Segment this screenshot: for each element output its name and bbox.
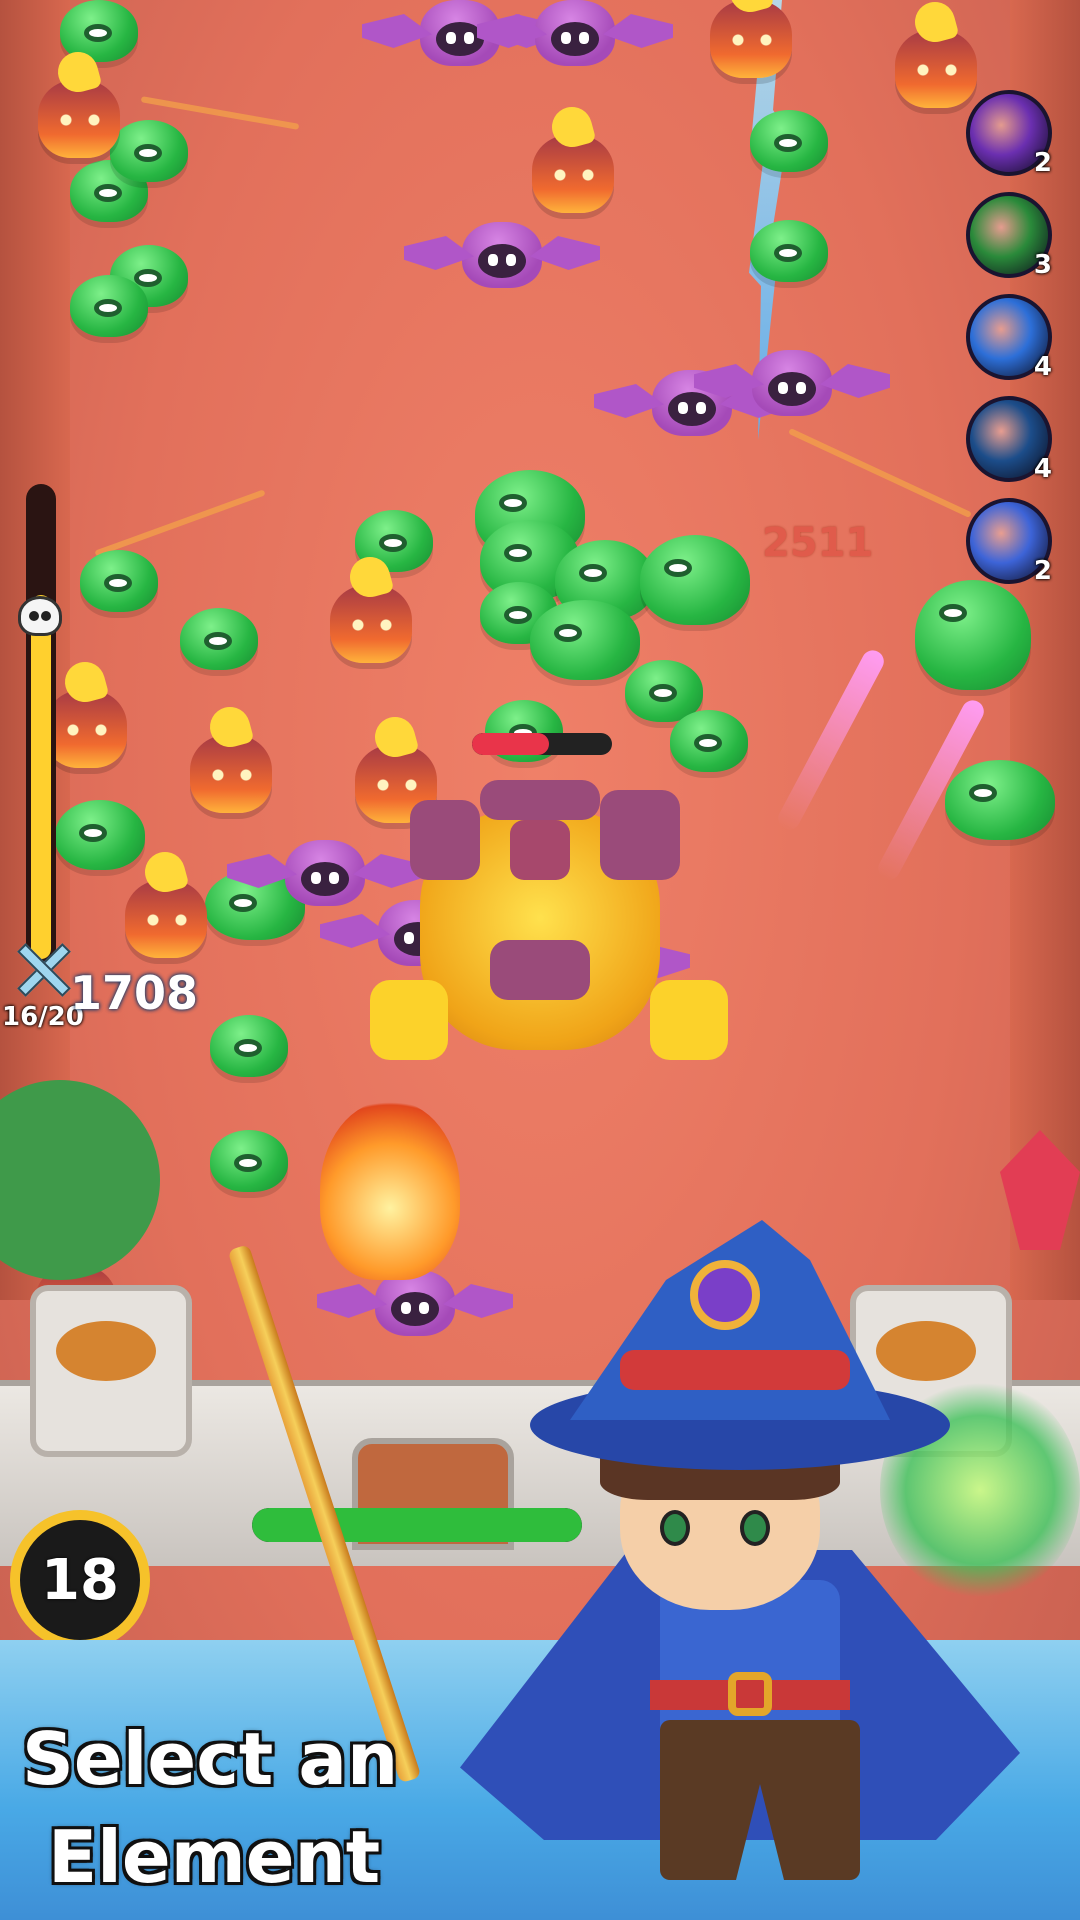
damage-number: 2511 (762, 520, 874, 566)
magic-projectile (774, 646, 888, 834)
game-scene: 2511 23442 16/20 1708 18 Select an Eleme… (0, 0, 1080, 1920)
green-slime-enemy (55, 800, 145, 870)
lightning-timer-badge: 18 (10, 1510, 150, 1650)
boss-health-fill (472, 733, 549, 755)
green-slime-enemy (70, 275, 148, 337)
purple-bat-enemy (752, 350, 890, 416)
timer-value: 18 (41, 1547, 119, 1613)
fire-spirit-enemy (330, 585, 412, 663)
green-slime-enemy (945, 760, 1055, 840)
green-slime-enemy (180, 608, 258, 670)
wave-progress-fill (31, 594, 51, 959)
skull-icon (18, 596, 62, 636)
staff-flame (320, 1100, 460, 1280)
skill-level: 2 (1033, 148, 1052, 178)
lava-crack (94, 489, 266, 557)
bush-decoration (0, 1080, 160, 1280)
green-slime-enemy (210, 1015, 288, 1077)
element-skill-list: 2 3 4 4 2 (966, 90, 1058, 600)
lightning-burst-icon[interactable]: 2 (966, 498, 1052, 586)
fire-spirit-enemy (710, 0, 792, 78)
green-slime-enemy (530, 600, 640, 680)
boss-health-bar (472, 733, 612, 755)
skill-level: 2 (1033, 556, 1052, 586)
wave-progress-meter (26, 484, 56, 964)
green-slime-enemy (670, 710, 748, 772)
fire-spirit-enemy (532, 135, 614, 213)
green-slime-enemy (80, 550, 158, 612)
fire-spirit-enemy (190, 735, 272, 813)
purple-bat-enemy (462, 222, 600, 288)
green-slime-enemy (640, 535, 750, 625)
skill-level: 4 (1033, 352, 1052, 382)
green-vortex-icon[interactable]: 3 (966, 192, 1052, 280)
promo-headline: Select an Element (22, 1710, 398, 1906)
skill-level: 3 (1033, 250, 1052, 280)
crossed-swords-icon (12, 938, 72, 998)
lava-golem-boss (350, 780, 730, 1100)
ice-star-icon[interactable]: 4 (966, 294, 1052, 382)
skill-level: 4 (1033, 454, 1052, 484)
green-slime-enemy (750, 220, 828, 282)
coin-score: 1708 (70, 966, 199, 1020)
green-slime-enemy (210, 1130, 288, 1192)
green-slime-enemy (750, 110, 828, 172)
fire-spirit-enemy (895, 30, 977, 108)
headline-line-2: Element (48, 1815, 381, 1899)
purple-slash-icon[interactable]: 2 (966, 90, 1052, 178)
green-slime-enemy (110, 120, 188, 182)
fire-spirit-enemy (125, 880, 207, 958)
castle-tower (30, 1285, 192, 1457)
fire-spirit-enemy (45, 690, 127, 768)
wind-blade-icon[interactable]: 4 (966, 396, 1052, 484)
headline-line-1: Select an (22, 1717, 399, 1801)
lava-crack (788, 428, 972, 518)
wizard-hero-artwork (227, 1080, 1080, 1920)
fire-spirit-enemy (38, 80, 120, 158)
purple-bat-enemy (535, 0, 673, 66)
